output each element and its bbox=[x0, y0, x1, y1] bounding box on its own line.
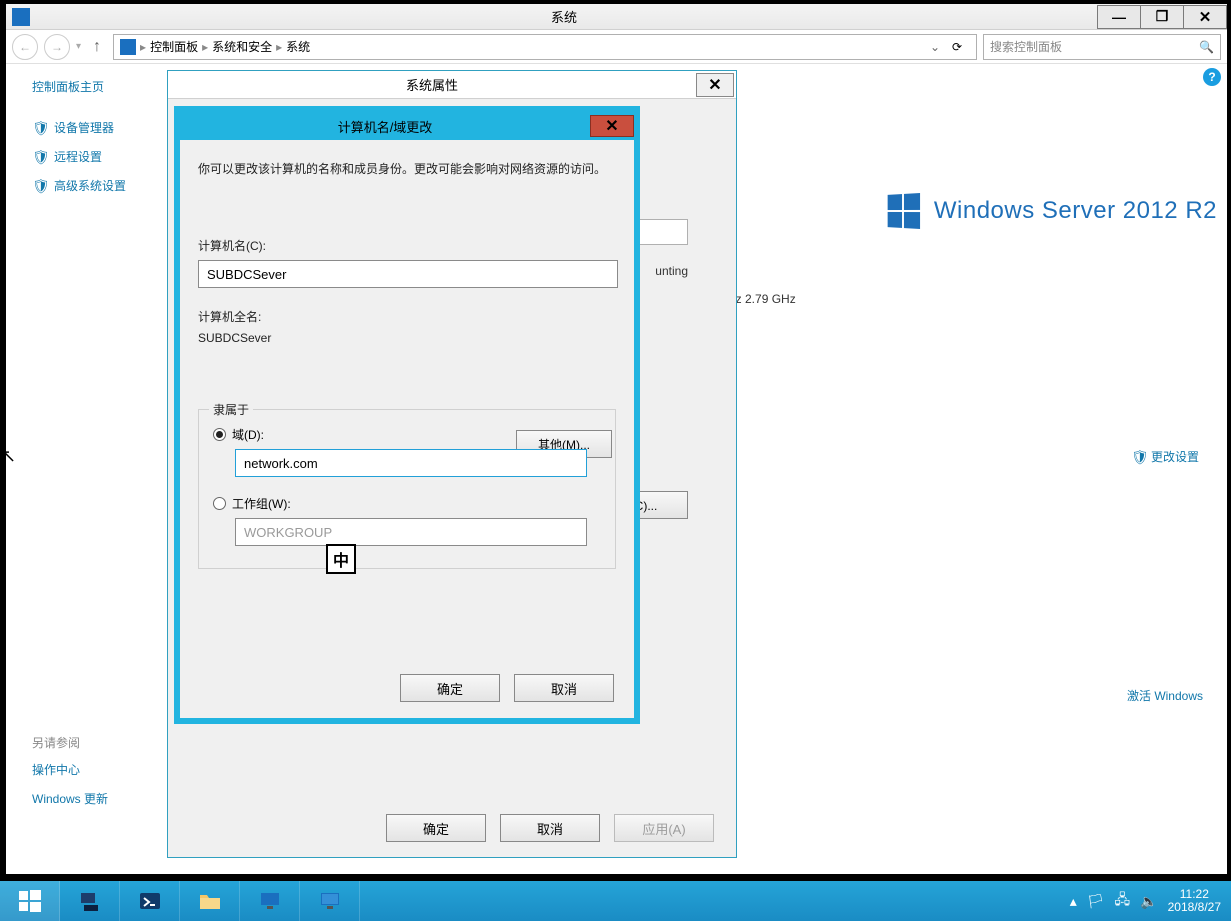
brand-text: Windows Server 2012 R2 bbox=[934, 197, 1217, 225]
task-button-2[interactable] bbox=[300, 881, 360, 921]
system-tray: ▴ 🏳 🖧 🔈 11:22 2018/8/27 bbox=[1070, 888, 1231, 914]
breadcrumb[interactable]: ▸ 控制面板 ▸ 系统和安全 ▸ 系统 ⌄ ⟳ bbox=[113, 34, 977, 60]
sidebar: 控制面板主页 设备管理器 远程设置 高级系统设置 另请参阅 操作中心 Windo… bbox=[6, 64, 181, 874]
props-close-button[interactable]: ✕ bbox=[696, 73, 734, 97]
windows-update-link[interactable]: Windows 更新 bbox=[32, 790, 171, 807]
hidden-text: unting bbox=[655, 264, 688, 278]
member-of-legend: 隶属于 bbox=[209, 401, 253, 418]
cp-icon bbox=[120, 39, 136, 55]
domain-radio[interactable] bbox=[213, 428, 226, 441]
workgroup-input bbox=[235, 518, 587, 546]
change-settings-link[interactable]: 更改设置 bbox=[1131, 448, 1199, 465]
props-title: 系统属性 bbox=[168, 75, 696, 94]
activate-windows-link[interactable]: 激活 Windows bbox=[1127, 687, 1203, 704]
windows-start-icon bbox=[18, 889, 42, 913]
help-icon[interactable]: ? bbox=[1203, 68, 1221, 86]
toolbar: ← → ▾ ↑ ▸ 控制面板 ▸ 系统和安全 ▸ 系统 ⌄ ⟳ 搜索控制面板 🔍 bbox=[6, 30, 1227, 64]
close-button[interactable]: ✕ bbox=[1183, 5, 1227, 29]
start-button[interactable] bbox=[0, 881, 60, 921]
folder-icon bbox=[198, 889, 222, 913]
full-name-label: 计算机全名: bbox=[198, 308, 616, 325]
monitor-icon bbox=[318, 889, 342, 913]
titlebar: 系统 — ❐ ✕ bbox=[6, 4, 1227, 30]
props-titlebar: 系统属性 ✕ bbox=[168, 71, 736, 99]
taskbar: ▴ 🏳 🖧 🔈 11:22 2018/8/27 bbox=[0, 881, 1231, 921]
search-icon: 🔍 bbox=[1199, 40, 1214, 54]
member-of-group: 隶属于 域(D): 工作组(W): bbox=[198, 409, 616, 569]
tray-network-icon[interactable]: 🖧 bbox=[1115, 889, 1131, 913]
restore-button[interactable]: ❐ bbox=[1140, 5, 1184, 29]
tray-up-icon[interactable]: ▴ bbox=[1070, 893, 1077, 910]
sidebar-device-manager[interactable]: 设备管理器 bbox=[32, 119, 171, 136]
tray-volume-icon[interactable]: 🔈 bbox=[1140, 893, 1157, 910]
shield-icon bbox=[32, 120, 48, 136]
clock[interactable]: 11:22 2018/8/27 bbox=[1168, 888, 1221, 914]
rename-titlebar[interactable]: 计算机名/域更改 ✕ bbox=[180, 112, 634, 140]
breadcrumb-dropdown[interactable]: ⌄ bbox=[930, 40, 940, 54]
monitor-icon bbox=[258, 889, 282, 913]
see-also-label: 另请参阅 bbox=[32, 734, 171, 751]
bc-control-panel[interactable]: 控制面板 bbox=[150, 38, 198, 55]
workgroup-radio[interactable] bbox=[213, 497, 226, 510]
back-button[interactable]: ← bbox=[12, 34, 38, 60]
tray-flag-icon[interactable]: 🏳 bbox=[1087, 893, 1105, 910]
sidebar-advanced-settings[interactable]: 高级系统设置 bbox=[32, 177, 171, 194]
shield-icon bbox=[32, 178, 48, 194]
computer-name-input[interactable] bbox=[198, 260, 618, 288]
props-cancel-button[interactable]: 取消 bbox=[500, 814, 600, 842]
bc-safety[interactable]: 系统和安全 bbox=[212, 38, 272, 55]
domain-radio-row[interactable]: 域(D): bbox=[213, 426, 601, 443]
server-manager-icon bbox=[78, 889, 102, 913]
search-input[interactable]: 搜索控制面板 🔍 bbox=[983, 34, 1221, 60]
window-title: 系统 bbox=[30, 7, 1098, 26]
powershell-icon bbox=[138, 889, 162, 913]
sidebar-remote-settings[interactable]: 远程设置 bbox=[32, 148, 171, 165]
domain-input[interactable] bbox=[235, 449, 587, 477]
rename-cancel-button[interactable]: 取消 bbox=[514, 674, 614, 702]
rename-ok-button[interactable]: 确定 bbox=[400, 674, 500, 702]
full-name-value: SUBDCSever bbox=[198, 331, 616, 345]
windows-logo-icon bbox=[888, 193, 920, 229]
rename-description: 你可以更改该计算机的名称和成员身份。更改可能会影响对网络资源的访问。 bbox=[198, 160, 616, 179]
recent-dropdown[interactable]: ▾ bbox=[76, 41, 81, 52]
control-panel-home[interactable]: 控制面板主页 bbox=[32, 78, 171, 95]
action-center-link[interactable]: 操作中心 bbox=[32, 761, 171, 778]
up-button[interactable]: ↑ bbox=[87, 34, 107, 60]
ime-indicator[interactable]: 中 bbox=[326, 544, 356, 574]
search-placeholder: 搜索控制面板 bbox=[990, 38, 1062, 55]
task-button-1[interactable] bbox=[240, 881, 300, 921]
bc-system[interactable]: 系统 bbox=[286, 38, 310, 55]
explorer-button[interactable] bbox=[180, 881, 240, 921]
shield-icon bbox=[1131, 449, 1147, 465]
domain-radio-label: 域(D): bbox=[232, 426, 264, 443]
powershell-button[interactable] bbox=[120, 881, 180, 921]
computer-name-label: 计算机名(C): bbox=[198, 237, 616, 254]
forward-button[interactable]: → bbox=[44, 34, 70, 60]
workgroup-radio-row[interactable]: 工作组(W): bbox=[213, 495, 601, 512]
server-manager-button[interactable] bbox=[60, 881, 120, 921]
rename-dialog: 计算机名/域更改 ✕ 你可以更改该计算机的名称和成员身份。更改可能会影响对网络资… bbox=[174, 106, 640, 724]
rename-title: 计算机名/域更改 bbox=[180, 117, 590, 136]
workgroup-radio-label: 工作组(W): bbox=[232, 495, 291, 512]
minimize-button[interactable]: — bbox=[1097, 5, 1141, 29]
cursor-icon: ↖ bbox=[1, 446, 16, 467]
props-ok-button[interactable]: 确定 bbox=[386, 814, 486, 842]
clock-date: 2018/8/27 bbox=[1168, 901, 1221, 914]
refresh-button[interactable]: ⟳ bbox=[944, 40, 970, 54]
shield-icon bbox=[32, 149, 48, 165]
app-icon bbox=[12, 8, 30, 26]
windows-brand: Windows Server 2012 R2 bbox=[886, 194, 1217, 228]
rename-close-button[interactable]: ✕ bbox=[590, 115, 634, 137]
props-apply-button: 应用(A) bbox=[614, 814, 714, 842]
